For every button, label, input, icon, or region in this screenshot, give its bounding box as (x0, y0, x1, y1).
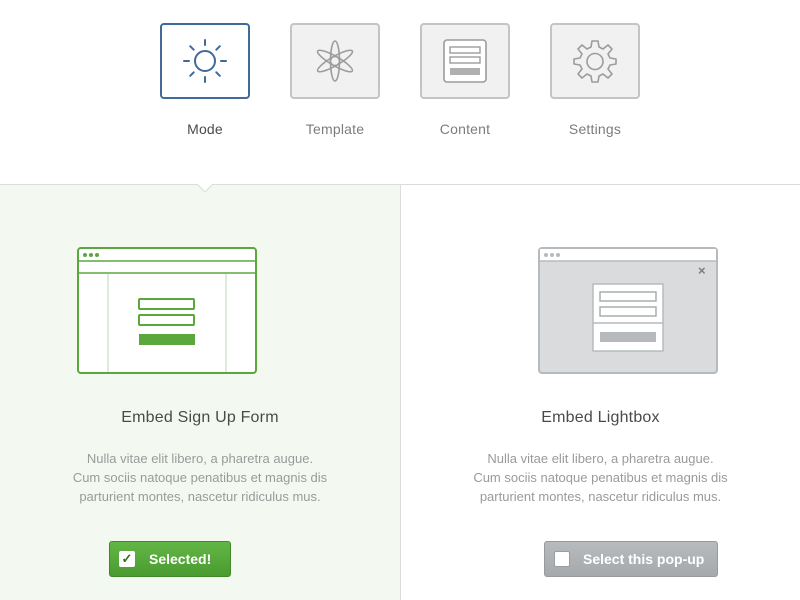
lightbox-illustration (538, 247, 718, 374)
select-popup-button-label: Select this pop-up (583, 551, 705, 567)
step-content-tile[interactable] (420, 23, 510, 99)
option-lightbox-desc-line: parturient montes, nascetur ridiculus mu… (479, 489, 722, 504)
step-settings[interactable]: Settings (550, 23, 640, 137)
step-template-tile[interactable] (290, 23, 380, 99)
option-embed-desc-line: Cum sociis natoque penatibus et magnis d… (72, 470, 328, 485)
gear-icon (573, 40, 617, 83)
step-template-label: Template (305, 121, 365, 137)
sun-icon (183, 39, 227, 83)
step-nav: Mode Template Content Settings (0, 0, 800, 185)
option-embed-description: Nulla vitae elit libero, a pharetra augu… (0, 449, 400, 506)
option-embed-desc-line: parturient montes, nascetur ridiculus mu… (79, 489, 321, 504)
option-lightbox-panel[interactable]: × Embed Lightbox Nulla vitae elit libero… (401, 185, 800, 600)
step-mode-label: Mode (187, 121, 223, 137)
step-mode-tile[interactable] (160, 23, 250, 99)
active-step-pointer (197, 184, 213, 193)
step-content-label: Content (439, 121, 491, 137)
option-embed-desc-line: Nulla vitae elit libero, a pharetra augu… (86, 451, 314, 466)
selected-button-label: Selected! (149, 551, 212, 567)
step-mode[interactable]: Mode (160, 23, 250, 137)
flower-icon (316, 40, 354, 82)
selected-button[interactable]: ✓ Selected! (109, 541, 231, 577)
option-lightbox-desc-line: Nulla vitae elit libero, a pharetra augu… (487, 451, 714, 466)
step-settings-tile[interactable] (550, 23, 640, 99)
document-icon (443, 39, 487, 83)
option-embed-panel[interactable]: Embed Sign Up Form Nulla vitae elit libe… (0, 185, 401, 600)
checkbox-unchecked-icon (554, 551, 570, 567)
option-lightbox-description: Nulla vitae elit libero, a pharetra augu… (401, 449, 800, 506)
step-template[interactable]: Template (290, 23, 380, 137)
option-lightbox-desc-line: Cum sociis natoque penatibus et magnis d… (473, 470, 728, 485)
wizard: Mode Template Content Settings Embed Sig… (0, 0, 800, 600)
embed-form-illustration (77, 247, 257, 374)
option-lightbox-title: Embed Lightbox (541, 409, 660, 426)
checkbox-checked-icon: ✓ (119, 551, 135, 567)
lightbox-close-icon: × (698, 263, 706, 278)
step-content[interactable]: Content (420, 23, 510, 137)
step-settings-label: Settings (568, 121, 622, 137)
option-embed-title: Embed Sign Up Form (121, 409, 279, 426)
select-popup-button[interactable]: Select this pop-up (544, 541, 718, 577)
